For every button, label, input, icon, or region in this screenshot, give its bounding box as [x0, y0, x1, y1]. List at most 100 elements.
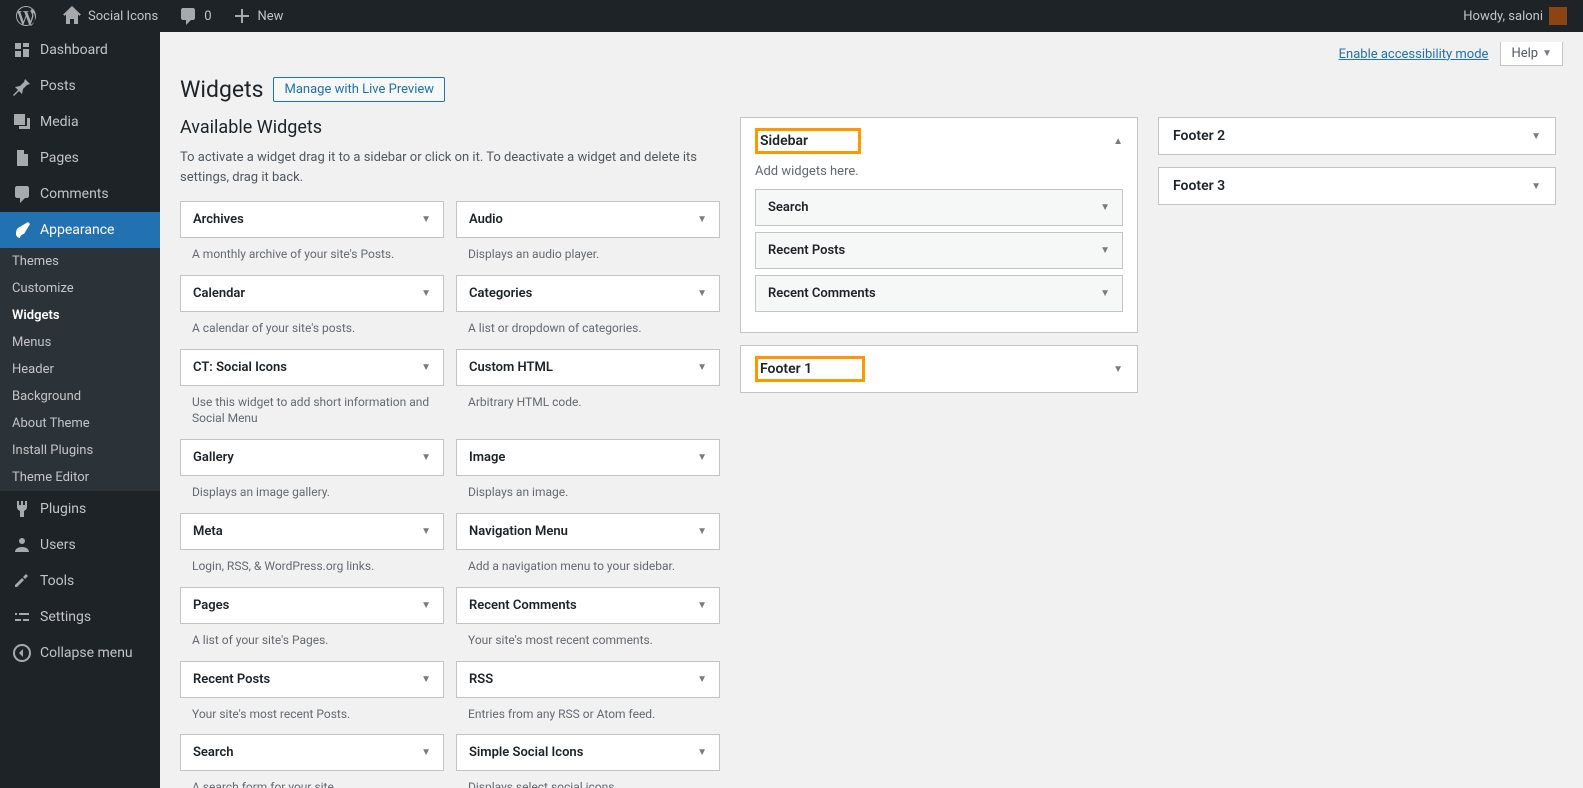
widget-recent-comments[interactable]: Recent Comments▼ — [456, 587, 720, 624]
widget-gallery[interactable]: Gallery ▼ — [180, 439, 444, 476]
area-title-footer3: Footer 3 — [1173, 178, 1225, 194]
live-preview-button[interactable]: Manage with Live Preview — [273, 77, 445, 102]
menu-appearance[interactable]: Appearance — [0, 212, 160, 248]
area-title-footer1: Footer 1 — [755, 356, 865, 382]
chevron-down-icon: ▼ — [1100, 288, 1110, 299]
menu-comments[interactable]: Comments — [0, 176, 160, 212]
widget-meta[interactable]: Meta▼ — [180, 513, 444, 550]
widget-search[interactable]: Search ▼ — [180, 734, 444, 771]
page-title: Widgets — [180, 76, 263, 103]
area-title-footer2: Footer 2 — [1173, 128, 1225, 144]
menu-plugins[interactable]: Plugins — [0, 491, 160, 527]
area-header-sidebar[interactable]: Sidebar ▲ — [741, 118, 1137, 164]
widget-title: RSS — [469, 672, 493, 687]
widget-title: Gallery — [193, 450, 234, 465]
widget-title: Navigation Menu — [469, 524, 568, 539]
comments-icon — [12, 184, 32, 204]
chevron-down-icon: ▼ — [421, 452, 431, 463]
widget-title: Search — [193, 745, 234, 760]
help-button[interactable]: Help ▼ — [1500, 42, 1563, 66]
pin-icon — [12, 76, 32, 96]
menu-posts[interactable]: Posts — [0, 68, 160, 104]
widget-simple-social-icons[interactable]: Simple Social Icons▼ — [456, 734, 720, 771]
menu-pages[interactable]: Pages — [0, 140, 160, 176]
widget-desc: A monthly archive of your site's Posts. — [180, 238, 444, 267]
area-header-footer1[interactable]: Footer 1 ▼ — [741, 346, 1137, 392]
submenu-menus[interactable]: Menus — [0, 329, 160, 356]
accessibility-link[interactable]: Enable accessibility mode — [1339, 47, 1489, 62]
widget-title: Image — [469, 450, 505, 465]
wp-logo[interactable] — [8, 0, 50, 32]
chevron-down-icon: ▼ — [697, 526, 707, 537]
widget-area-sidebar: Sidebar ▲ Add widgets here. Search▼ Recen… — [740, 117, 1138, 333]
new-link[interactable]: New — [224, 0, 292, 32]
widget-calendar[interactable]: Calendar▼ — [180, 275, 444, 312]
widget-categories[interactable]: Categories▼ — [456, 275, 720, 312]
widget-desc: A calendar of your site's posts. — [180, 312, 444, 341]
widget-audio[interactable]: Audio▼ — [456, 201, 720, 238]
brush-icon — [12, 220, 32, 240]
appearance-submenu: Themes Customize Widgets Menus Header Ba… — [0, 248, 160, 491]
widget-rss[interactable]: RSS▼ — [456, 661, 720, 698]
submenu-widgets[interactable]: Widgets — [0, 302, 160, 329]
menu-dashboard[interactable]: Dashboard — [0, 32, 160, 68]
widget-image[interactable]: Image▼ — [456, 439, 720, 476]
widget-title: Audio — [469, 212, 503, 227]
chevron-down-icon: ▼ — [421, 288, 431, 299]
available-widgets-title: Available Widgets — [180, 117, 720, 138]
chevron-down-icon: ▼ — [421, 747, 431, 758]
chevron-down-icon: ▼ — [421, 674, 431, 685]
menu-tools[interactable]: Tools — [0, 563, 160, 599]
submenu-background[interactable]: Background — [0, 383, 160, 410]
chevron-down-icon: ▼ — [421, 600, 431, 611]
widget-desc: Displays an audio player. — [456, 238, 720, 267]
submenu-install-plugins[interactable]: Install Plugins — [0, 437, 160, 464]
widget-desc: Login, RSS, & WordPress.org links. — [180, 550, 444, 579]
submenu-theme-editor[interactable]: Theme Editor — [0, 464, 160, 491]
widget-custom-html[interactable]: Custom HTML▼ — [456, 349, 720, 386]
site-link[interactable]: Social Icons — [54, 0, 166, 32]
widget-desc: Displays an image gallery. — [180, 476, 444, 505]
widget-desc: Entries from any RSS or Atom feed. — [456, 698, 720, 727]
widget-recent-posts[interactable]: Recent Posts▼ — [180, 661, 444, 698]
assigned-widget-recent-posts[interactable]: Recent Posts▼ — [755, 232, 1123, 269]
widget-desc: Add a navigation menu to your sidebar. — [456, 550, 720, 579]
widget-navigation-menu[interactable]: Navigation Menu ▼ — [456, 513, 720, 550]
menu-media[interactable]: Media — [0, 104, 160, 140]
users-icon — [12, 535, 32, 555]
widget-ct-social-icons[interactable]: CT: Social Icons▼ — [180, 349, 444, 386]
plus-icon — [232, 6, 252, 26]
chevron-up-icon: ▲ — [1113, 136, 1123, 147]
available-widgets-help: To activate a widget drag it to a sideba… — [180, 148, 720, 187]
submenu-customize[interactable]: Customize — [0, 275, 160, 302]
assigned-widget-search[interactable]: Search▼ — [755, 189, 1123, 226]
comment-icon — [178, 6, 198, 26]
widget-area-footer3: Footer 3 ▼ — [1158, 167, 1556, 205]
area-hint: Add widgets here. — [755, 164, 1123, 179]
menu-collapse[interactable]: Collapse menu — [0, 635, 160, 671]
assigned-widget-recent-comments[interactable]: Recent Comments▼ — [755, 275, 1123, 312]
menu-users[interactable]: Users — [0, 527, 160, 563]
submenu-header[interactable]: Header — [0, 356, 160, 383]
user-greeting[interactable]: Howdy, saloni — [1455, 0, 1575, 32]
widget-desc: A list or dropdown of categories. — [456, 312, 720, 341]
widget-desc: Use this widget to add short information… — [180, 386, 444, 432]
menu-settings[interactable]: Settings — [0, 599, 160, 635]
widget-desc: Your site's most recent comments. — [456, 624, 720, 653]
chevron-down-icon: ▼ — [421, 526, 431, 537]
greeting-text: Howdy, saloni — [1463, 9, 1543, 24]
area-header-footer2[interactable]: Footer 2 ▼ — [1159, 118, 1555, 154]
chevron-down-icon: ▼ — [697, 600, 707, 611]
widget-title: Categories — [469, 286, 532, 301]
widget-title: CT: Social Icons — [193, 360, 287, 375]
widget-pages[interactable]: Pages▼ — [180, 587, 444, 624]
area-title-sidebar: Sidebar — [755, 128, 861, 154]
chevron-down-icon: ▼ — [1531, 131, 1541, 142]
area-header-footer3[interactable]: Footer 3 ▼ — [1159, 168, 1555, 204]
widget-title: Custom HTML — [469, 360, 553, 375]
pages-icon — [12, 148, 32, 168]
widget-archives[interactable]: Archives▼ — [180, 201, 444, 238]
comments-link[interactable]: 0 — [170, 0, 219, 32]
submenu-themes[interactable]: Themes — [0, 248, 160, 275]
submenu-about-theme[interactable]: About Theme — [0, 410, 160, 437]
